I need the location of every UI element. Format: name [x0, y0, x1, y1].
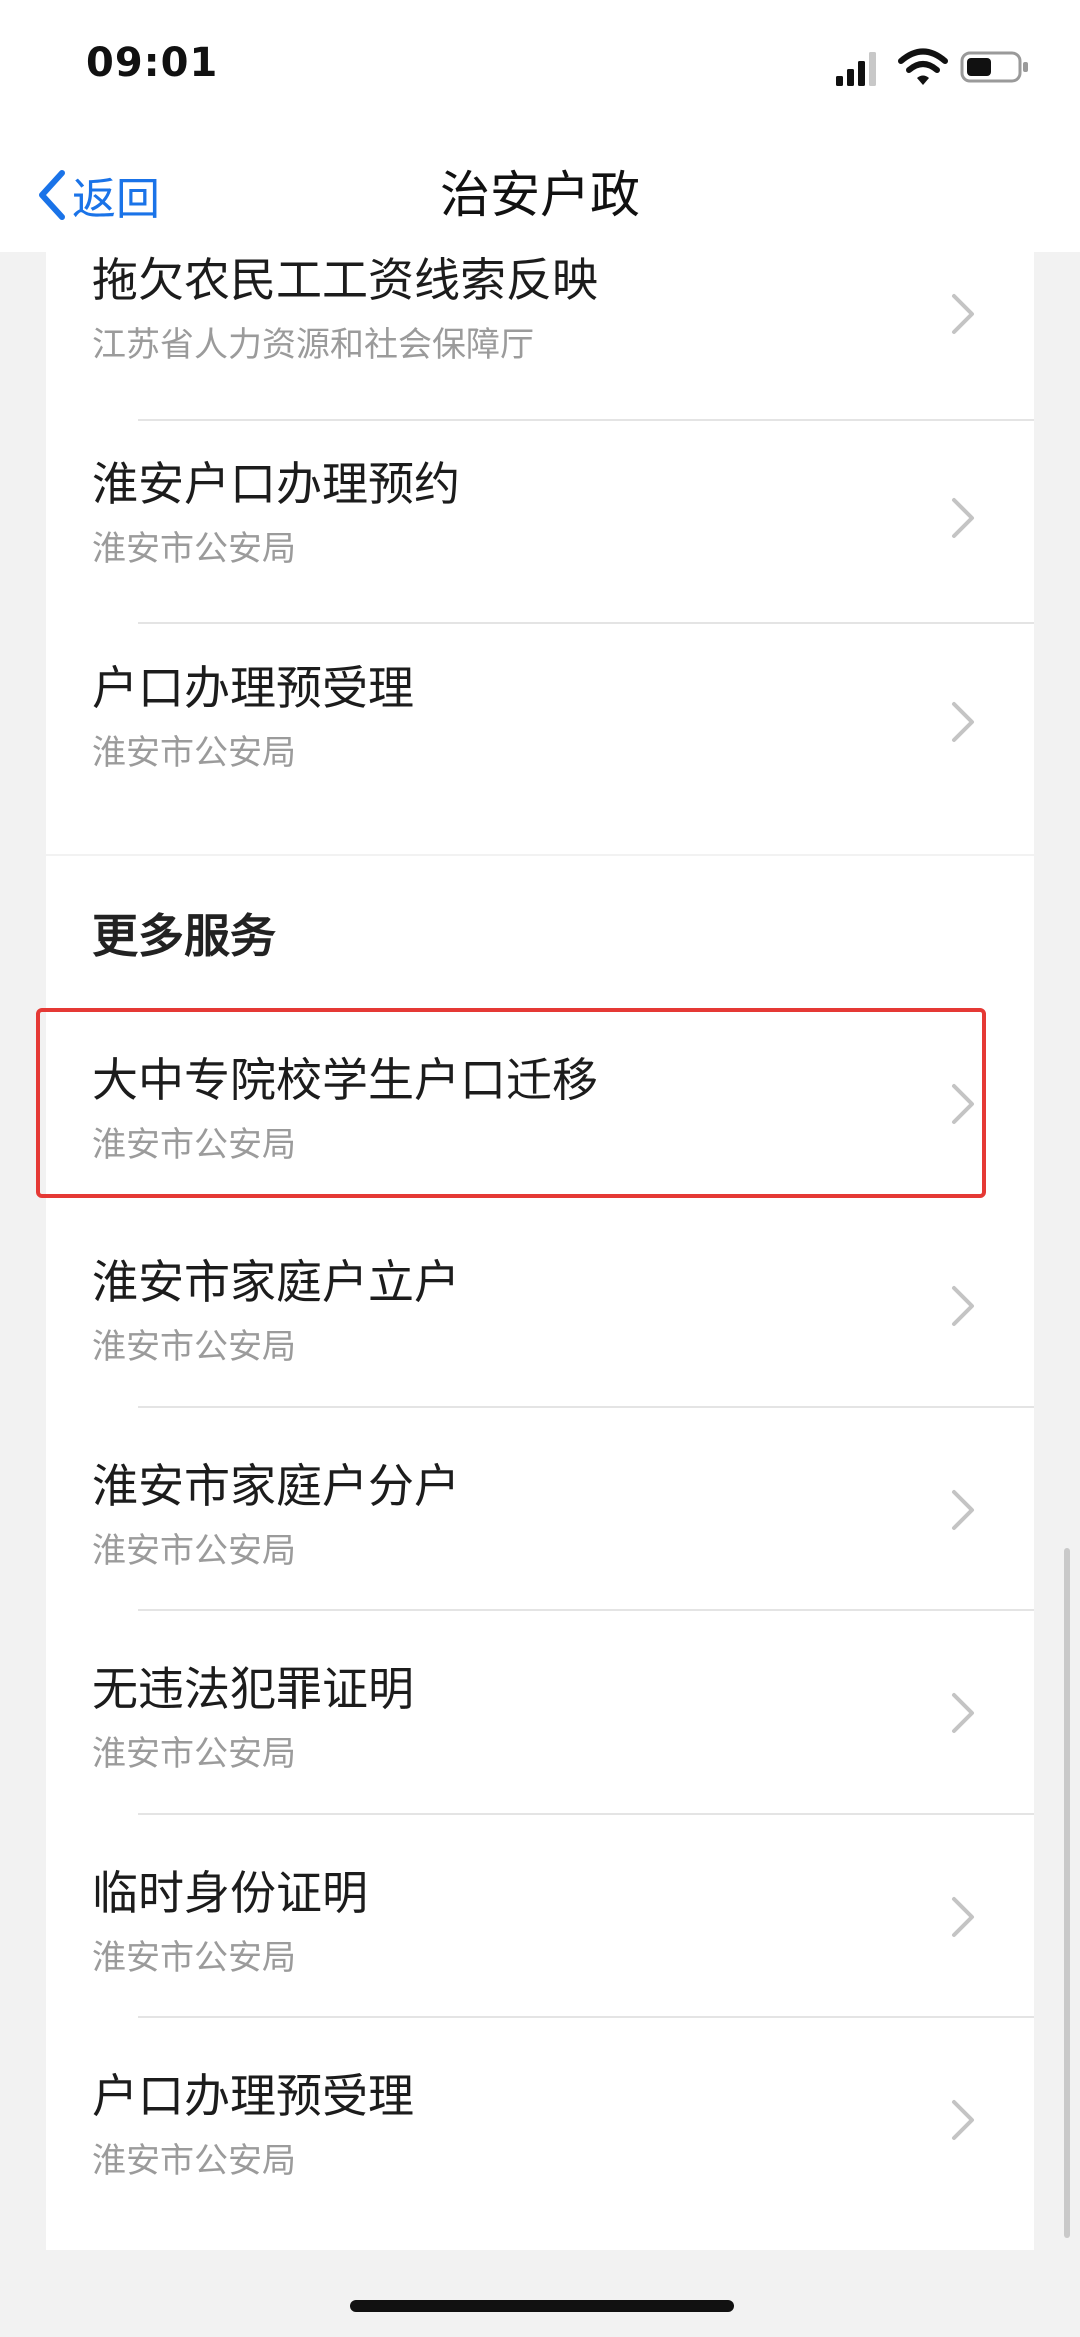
battery-icon: [960, 51, 1028, 83]
chevron-right-icon: [952, 1490, 974, 1530]
list-item[interactable]: 临时身份证明 淮安市公安局: [46, 1815, 1034, 2018]
list-item[interactable]: 户口办理预受理 淮安市公安局: [46, 2018, 1034, 2221]
signal-icon: [836, 52, 876, 86]
status-time: 09:01: [86, 40, 219, 86]
wifi-icon: [898, 48, 948, 85]
chevron-right-icon: [952, 1286, 974, 1326]
list-item[interactable]: 户口办理预受理 淮安市公安局: [46, 610, 1034, 813]
chevron-right-icon: [952, 1084, 974, 1124]
section-heading: 更多服务: [92, 909, 276, 963]
chevron-right-icon: [952, 702, 974, 742]
chevron-right-icon: [952, 498, 974, 538]
item-subtitle: 淮安市公安局: [92, 1327, 296, 1367]
status-bar: 09:01: [0, 0, 1080, 140]
item-subtitle: 淮安市公安局: [92, 1938, 296, 1978]
home-indicator[interactable]: [350, 2300, 734, 2312]
item-subtitle: 淮安市公安局: [92, 733, 296, 773]
list-item[interactable]: 大中专院校学生户口迁移 淮安市公安局: [46, 1002, 1034, 1205]
item-title: 无违法犯罪证明: [92, 1662, 414, 1716]
item-title: 户口办理预受理: [92, 2069, 414, 2123]
chevron-right-icon: [952, 1897, 974, 1937]
list-item[interactable]: 淮安户口办理预约 淮安市公安局: [46, 406, 1034, 609]
chevron-right-icon: [952, 1693, 974, 1733]
item-subtitle: 淮安市公安局: [92, 529, 296, 569]
item-subtitle: 淮安市公安局: [92, 1125, 296, 1165]
list-item[interactable]: 无违法犯罪证明 淮安市公安局: [46, 1611, 1034, 1814]
item-subtitle: 淮安市公安局: [92, 1734, 296, 1774]
scrollbar[interactable]: [1064, 1548, 1070, 2238]
chevron-right-icon: [952, 294, 974, 334]
item-title: 大中专院校学生户口迁移: [92, 1053, 598, 1107]
chevron-right-icon: [952, 2100, 974, 2140]
item-subtitle: 江苏省人力资源和社会保障厅: [92, 325, 534, 365]
item-title: 临时身份证明: [92, 1866, 368, 1920]
list-item[interactable]: 拖欠农民工工资线索反映 江苏省人力资源和社会保障厅: [46, 202, 1034, 405]
item-title: 拖欠农民工工资线索反映: [92, 253, 598, 307]
list-item[interactable]: 淮安市家庭户分户 淮安市公安局: [46, 1408, 1034, 1611]
item-subtitle: 淮安市公安局: [92, 2141, 296, 2181]
item-title: 户口办理预受理: [92, 661, 414, 715]
service-list-top: 拖欠农民工工资线索反映 江苏省人力资源和社会保障厅 淮安户口办理预约 淮安市公安…: [46, 252, 1034, 854]
item-title: 淮安市家庭户立户: [92, 1255, 460, 1309]
item-subtitle: 淮安市公安局: [92, 1531, 296, 1571]
item-title: 淮安户口办理预约: [92, 457, 460, 511]
item-title: 淮安市家庭户分户: [92, 1459, 460, 1513]
more-services-card: 更多服务 大中专院校学生户口迁移 淮安市公安局 淮安市家庭户立户 淮安市公安局 …: [36, 856, 1034, 2250]
list-item[interactable]: 淮安市家庭户立户 淮安市公安局: [46, 1204, 1034, 1407]
